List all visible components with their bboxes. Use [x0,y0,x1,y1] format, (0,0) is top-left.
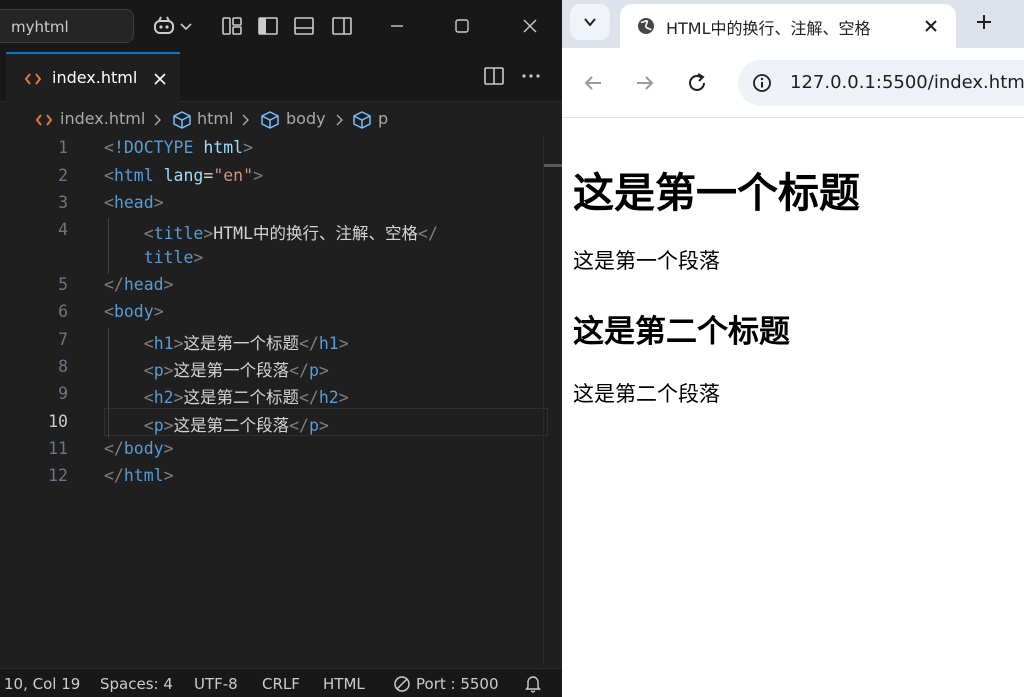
close-icon[interactable] [924,19,938,33]
code-line: <p>这是第一个段落</p> [143,361,329,380]
browser-toolbar: 127.0.0.1:5500/index.html [562,48,1024,118]
globe-icon [638,18,654,34]
symbol-icon [173,111,191,129]
breadcrumb-body[interactable]: body [286,109,326,128]
scrollbar-thumb[interactable] [544,164,562,167]
port-icon [394,676,410,692]
code-line: </body> [104,439,174,458]
line-number: 4 [58,220,68,239]
sidebar-left-icon[interactable] [256,14,280,38]
split-editor-icon[interactable] [483,65,505,87]
code-line: <body> [104,302,164,321]
url-text: 127.0.0.1:5500/index.html [790,72,1024,93]
status-eol[interactable]: CRLF [262,675,300,693]
code-line: </html> [104,466,174,485]
code-line: </head> [104,275,174,294]
html-file-icon [36,114,52,126]
tab-index-html[interactable]: index.html [6,52,180,102]
title-bar: myhtml [0,0,562,52]
line-number: 5 [58,275,68,294]
close-icon[interactable] [518,14,542,38]
code-line: <h2>这是第二个标题</h2> [143,388,349,407]
chevron-right-icon [242,114,249,126]
status-live-server-port[interactable]: Port : 5500 [416,675,499,693]
back-icon[interactable] [582,72,604,94]
code-line-current: <p>这是第二个段落</p> [143,416,329,435]
page-heading-1: 这是第一个标题 [573,169,860,217]
forward-icon[interactable] [634,72,656,94]
info-icon[interactable] [752,73,772,93]
symbol-icon [353,111,371,129]
code-line: <head> [104,193,164,212]
line-number: 9 [58,384,68,403]
line-number-current: 10 [48,412,68,431]
rendered-page: 这是第一个标题 这是第一个段落 这是第二个标题 这是第二个段落 [562,119,1024,697]
breadcrumb: index.html html body p [0,102,562,136]
status-cursor-position[interactable]: 10, Col 19 [4,675,80,693]
page-paragraph-1: 这是第一个段落 [573,249,720,273]
editor-tab-bar: index.html [0,52,562,102]
chevron-right-icon [154,114,161,126]
vscode-window: myhtml index.html index.html html body p… [0,0,562,697]
bell-icon[interactable] [524,674,542,693]
command-center-search[interactable]: myhtml [0,9,134,43]
chevron-down-icon [584,18,596,27]
minimize-icon[interactable] [385,14,409,38]
line-number: 8 [58,357,68,376]
line-number: 1 [58,138,68,157]
tab-close-icon[interactable] [152,71,168,87]
search-text: myhtml [11,18,69,36]
browser-tab-strip: HTML中的换行、注解、空格 [562,0,1024,48]
line-number: 2 [58,166,68,185]
browser-window: HTML中的换行、注解、空格 127.0.0.1:5500/index.html… [562,0,1024,697]
status-encoding[interactable]: UTF-8 [194,675,238,693]
code-line-wrap: title> [143,248,204,267]
maximize-icon[interactable] [450,14,474,38]
breadcrumb-html[interactable]: html [197,109,233,128]
code-editor[interactable]: 1 2 3 4 5 6 7 8 9 10 11 12 <!DOCTYPE htm… [0,136,562,666]
line-number: 11 [48,439,68,458]
symbol-icon [261,111,279,129]
status-indentation[interactable]: Spaces: 4 [100,675,173,693]
panel-bottom-icon[interactable] [292,14,316,38]
code-line: <html lang="en"> [104,166,263,185]
page-heading-2: 这是第二个标题 [573,314,790,350]
browser-tab[interactable]: HTML中的换行、注解、空格 [620,4,956,48]
chevron-down-icon[interactable] [178,14,194,38]
page-paragraph-2: 这是第二个段落 [573,382,720,406]
line-number: 3 [58,193,68,212]
code-line: <title>HTML中的换行、注解、空格</ [143,224,438,243]
copilot-icon[interactable] [152,14,176,38]
line-number: 12 [48,466,68,485]
minimap-edge [543,136,544,666]
plus-icon[interactable] [974,12,994,32]
layout-icon[interactable] [220,14,244,38]
sidebar-right-icon[interactable] [330,14,354,38]
breadcrumb-file[interactable]: index.html [60,109,145,128]
more-actions-icon[interactable] [520,65,542,87]
breadcrumb-p[interactable]: p [378,109,388,128]
tab-search-button[interactable] [570,4,610,40]
line-number: 6 [58,302,68,321]
code-line: <h1>这是第一个标题</h1> [143,334,349,353]
status-language[interactable]: HTML [323,675,365,693]
code-line: <!DOCTYPE html> [104,138,254,157]
status-bar: 10, Col 19 Spaces: 4 UTF-8 CRLF HTML Por… [0,668,562,697]
browser-tab-title: HTML中的换行、注解、空格 [666,19,871,38]
chevron-right-icon [336,114,343,126]
reload-icon[interactable] [686,72,708,94]
tab-label: index.html [52,68,138,87]
address-bar[interactable]: 127.0.0.1:5500/index.html [738,60,1024,106]
line-number: 7 [58,330,68,349]
html-file-icon [24,73,42,85]
